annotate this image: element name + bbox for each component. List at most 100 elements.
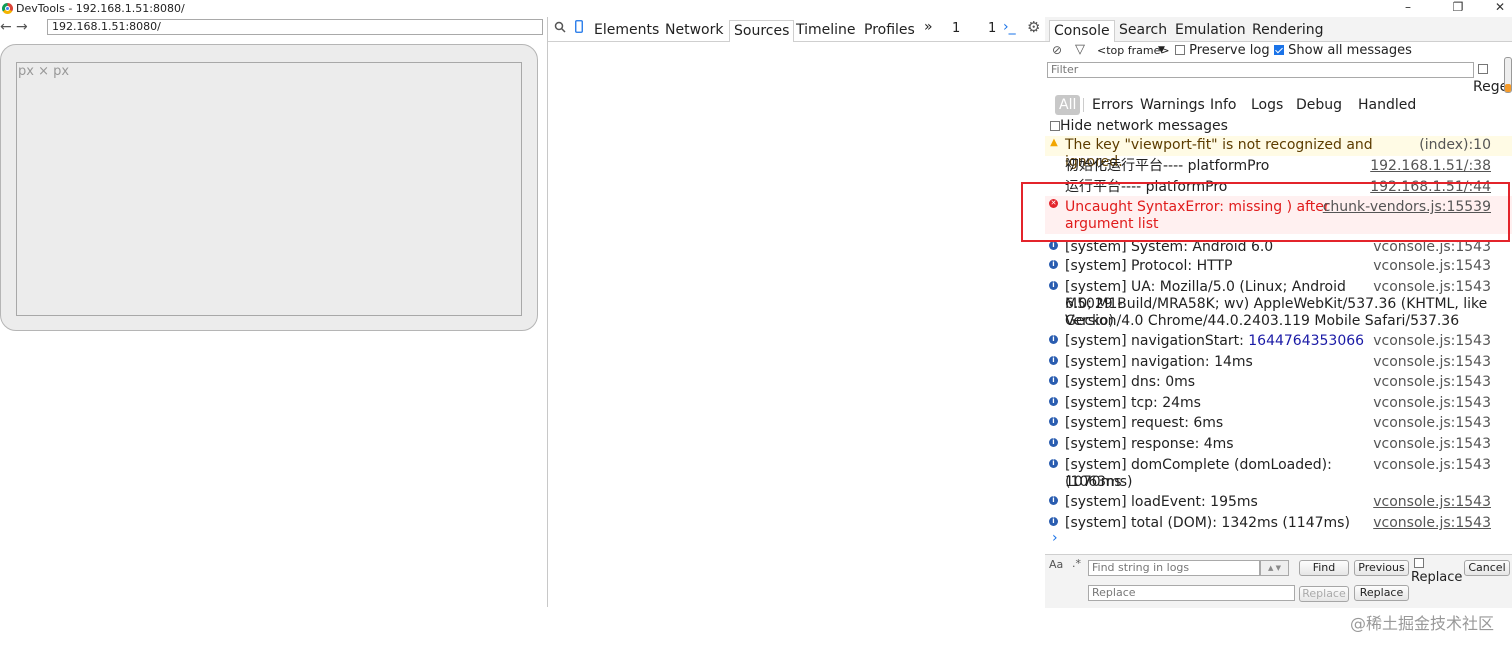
device-screen[interactable]: px × px bbox=[16, 62, 522, 316]
console-scrollbar[interactable] bbox=[1504, 57, 1512, 93]
console-message-info[interactable]: i [system] navigationStart: 164476435306… bbox=[1045, 332, 1512, 352]
message-source-link[interactable]: 192.168.1.51/:38 bbox=[1370, 158, 1491, 175]
error-count-badge[interactable]: 1 bbox=[952, 21, 960, 36]
device-mode-icon[interactable] bbox=[575, 20, 583, 37]
find-input[interactable]: Find string in logs bbox=[1088, 560, 1260, 576]
console-message-log[interactable]: 初始化运行平台---- platformPro 192.168.1.51/:38 bbox=[1045, 157, 1512, 177]
console-message-info[interactable]: i [system] dns: 0ms vconsole.js:1543 bbox=[1045, 373, 1512, 393]
console-message-info[interactable]: i [system] response: 4ms vconsole.js:154… bbox=[1045, 435, 1512, 455]
message-text: 初始化运行平台---- platformPro bbox=[1065, 158, 1270, 174]
warning-count-badge[interactable]: 1 bbox=[988, 21, 996, 36]
message-text: [system] response: 4ms bbox=[1065, 436, 1234, 452]
find-stepper[interactable]: ▲ ▼ bbox=[1260, 560, 1289, 576]
find-next-arrow-icon[interactable]: ▼ bbox=[1276, 564, 1281, 572]
more-tabs-icon[interactable]: » bbox=[924, 19, 933, 35]
level-handled[interactable]: Handled bbox=[1358, 95, 1416, 115]
replace-checkbox[interactable] bbox=[1414, 558, 1424, 568]
console-message-info[interactable]: i [system] domComplete (domLoaded): 1070… bbox=[1045, 456, 1512, 492]
level-all[interactable]: All bbox=[1055, 95, 1081, 115]
address-bar[interactable]: 192.168.1.51:8080/ bbox=[47, 19, 543, 35]
level-errors[interactable]: Errors bbox=[1092, 95, 1133, 115]
console-prompt-icon[interactable]: › bbox=[1052, 530, 1058, 546]
browser-navbar: ← → 192.168.1.51:8080/ bbox=[0, 17, 547, 39]
find-button[interactable]: Find bbox=[1299, 560, 1349, 576]
message-source-link[interactable]: vconsole.js:1543 bbox=[1373, 494, 1491, 511]
tab-network[interactable]: Network bbox=[661, 20, 727, 41]
console-message-info[interactable]: i [system] Protocol: HTTP vconsole.js:15… bbox=[1045, 257, 1512, 277]
message-source-link[interactable]: vconsole.js:1543 bbox=[1373, 415, 1491, 432]
hide-network-checkbox[interactable] bbox=[1050, 121, 1060, 131]
console-message-info[interactable]: i [system] request: 6ms vconsole.js:1543 bbox=[1045, 414, 1512, 434]
inspect-search-icon[interactable] bbox=[554, 21, 566, 36]
previous-button[interactable]: Previous bbox=[1354, 560, 1409, 576]
replace-button[interactable]: Replace bbox=[1299, 586, 1349, 602]
preserve-log-toggle[interactable]: Preserve log bbox=[1175, 43, 1270, 58]
show-all-checkbox[interactable] bbox=[1274, 45, 1284, 55]
regex-checkbox[interactable] bbox=[1478, 64, 1488, 74]
message-source-link[interactable]: vconsole.js:1543 bbox=[1373, 395, 1491, 412]
match-case-icon[interactable]: Aa bbox=[1049, 558, 1063, 571]
message-source-link[interactable]: vconsole.js:1543 bbox=[1373, 279, 1491, 296]
tab-console[interactable]: Console bbox=[1049, 20, 1115, 42]
log-level-filters: All Errors Warnings Info Logs Debug Hand… bbox=[1053, 95, 1503, 115]
devtools-toolbar: Elements Network Sources Timeline Profil… bbox=[548, 17, 1045, 42]
show-all-messages-toggle[interactable]: Show all messages bbox=[1274, 43, 1412, 58]
message-source-link[interactable]: (index):10 bbox=[1419, 137, 1491, 154]
cancel-button[interactable]: Cancel bbox=[1464, 560, 1510, 576]
replace-all-button[interactable]: Replace bbox=[1354, 585, 1409, 601]
filter-input[interactable]: Filter bbox=[1047, 62, 1474, 78]
viewport-dimensions: px × px bbox=[18, 64, 70, 79]
clear-console-icon[interactable]: ⊘ bbox=[1052, 43, 1062, 57]
message-text: [system] loadEvent: 195ms bbox=[1065, 494, 1258, 510]
console-message-info[interactable]: i [system] total (DOM): 1342ms (1147ms) … bbox=[1045, 514, 1512, 534]
level-info[interactable]: Info bbox=[1210, 95, 1237, 115]
info-icon: i bbox=[1049, 517, 1058, 526]
find-prev-arrow-icon[interactable]: ▲ bbox=[1268, 564, 1273, 572]
tab-search[interactable]: Search bbox=[1115, 20, 1171, 41]
regex-toggle-icon[interactable]: .* bbox=[1072, 557, 1081, 570]
level-warnings[interactable]: Warnings bbox=[1140, 95, 1205, 115]
tab-rendering[interactable]: Rendering bbox=[1248, 20, 1328, 41]
toggle-drawer-icon[interactable]: ›_ bbox=[1003, 19, 1016, 35]
level-debug[interactable]: Debug bbox=[1296, 95, 1342, 115]
settings-gear-icon[interactable]: ⚙ bbox=[1027, 18, 1040, 36]
console-message-warning[interactable]: ▲ The key "viewport-fit" is not recogniz… bbox=[1045, 136, 1512, 170]
message-source-link[interactable]: vconsole.js:1543 bbox=[1373, 374, 1491, 391]
message-source-link[interactable]: vconsole.js:1543 bbox=[1373, 436, 1491, 453]
console-message-info[interactable]: i [system] UA: Mozilla/5.0 (Linux; Andro… bbox=[1045, 278, 1512, 330]
message-source-link[interactable]: vconsole.js:1543 bbox=[1373, 354, 1491, 371]
level-divider bbox=[1083, 98, 1084, 112]
console-message-info[interactable]: i [system] tcp: 24ms vconsole.js:1543 bbox=[1045, 394, 1512, 414]
info-icon: i bbox=[1049, 417, 1058, 426]
tab-emulation[interactable]: Emulation bbox=[1171, 20, 1250, 41]
message-source-link[interactable]: vconsole.js:1543 bbox=[1373, 515, 1491, 532]
message-source-link[interactable]: vconsole.js:1543 bbox=[1373, 258, 1491, 275]
minimize-button[interactable]: – bbox=[1396, 0, 1420, 17]
message-source-link[interactable]: vconsole.js:1543 bbox=[1373, 333, 1491, 350]
warning-icon: ▲ bbox=[1050, 137, 1058, 148]
tab-elements[interactable]: Elements bbox=[590, 20, 663, 41]
tab-profiles[interactable]: Profiles bbox=[860, 20, 919, 41]
filter-funnel-icon[interactable]: ▽ bbox=[1075, 42, 1085, 57]
message-text-label: [system] navigationStart: bbox=[1065, 333, 1249, 349]
restore-button[interactable]: ❐ bbox=[1446, 0, 1470, 17]
info-icon: i bbox=[1049, 241, 1058, 250]
close-button[interactable]: ✕ bbox=[1488, 0, 1512, 17]
tab-timeline[interactable]: Timeline bbox=[792, 20, 860, 41]
tab-sources[interactable]: Sources bbox=[729, 20, 795, 42]
frame-dropdown-chevron-icon[interactable]: ▼ bbox=[1158, 45, 1165, 55]
replace-input[interactable]: Replace bbox=[1088, 585, 1295, 601]
message-text: [system] Protocol: HTTP bbox=[1065, 258, 1233, 274]
info-icon: i bbox=[1049, 335, 1058, 344]
message-source-link[interactable]: vconsole.js:1543 bbox=[1373, 457, 1491, 474]
forward-arrow-icon[interactable]: → bbox=[16, 19, 28, 35]
back-arrow-icon[interactable]: ← bbox=[0, 19, 12, 35]
preserve-log-checkbox[interactable] bbox=[1175, 45, 1185, 55]
chrome-logo-icon bbox=[2, 3, 13, 14]
console-message-info[interactable]: i [system] navigation: 14ms vconsole.js:… bbox=[1045, 353, 1512, 373]
hide-network-toggle[interactable]: Hide network messages bbox=[1050, 118, 1228, 134]
console-message-info[interactable]: i [system] loadEvent: 195ms vconsole.js:… bbox=[1045, 493, 1512, 513]
message-text: [system] dns: 0ms bbox=[1065, 374, 1196, 390]
console-drawer: Console Search Emulation Rendering ⊘ ▽ <… bbox=[1045, 17, 1512, 608]
level-logs[interactable]: Logs bbox=[1251, 95, 1283, 115]
